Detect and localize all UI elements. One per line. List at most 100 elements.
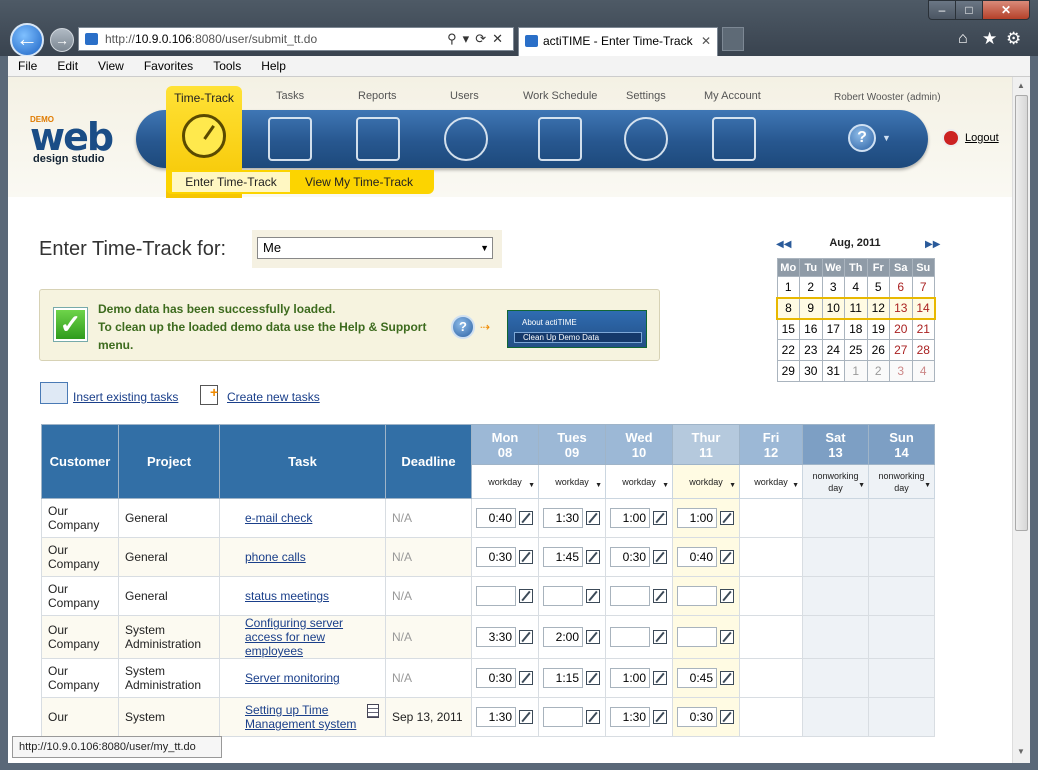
menu-tools[interactable]: Tools [203,56,251,75]
address-bar[interactable]: http://10.9.0.106:8080/user/submit_tt.do… [78,27,514,51]
edit-comment-icon[interactable] [720,710,734,724]
time-input[interactable] [543,707,583,727]
time-input[interactable] [677,586,717,606]
cal-date[interactable]: 22 [776,339,800,361]
maximize-button[interactable]: □ [955,0,983,20]
cal-date[interactable]: 4 [911,360,935,382]
edit-comment-icon[interactable] [720,589,734,603]
insert-tasks-icon[interactable] [40,382,68,404]
cal-date[interactable]: 28 [911,339,935,361]
cal-date[interactable]: 23 [799,339,823,361]
cal-date[interactable]: 19 [866,318,890,340]
cal-date[interactable]: 24 [821,339,845,361]
time-cell[interactable] [802,537,869,577]
help-icon[interactable]: ? [848,124,876,152]
cal-date[interactable]: 26 [866,339,890,361]
cal-date[interactable]: 2 [799,276,823,298]
cal-date[interactable]: 12 [866,296,890,320]
edit-comment-icon[interactable] [720,630,734,644]
power-icon[interactable] [942,129,960,147]
time-input[interactable]: 0:40 [476,508,516,528]
cal-date[interactable]: 31 [821,360,845,382]
edit-comment-icon[interactable] [653,630,667,644]
cal-date[interactable]: 3 [821,276,845,298]
time-cell[interactable] [802,576,869,616]
nav-tasks-label[interactable]: Tasks [276,90,304,102]
edit-comment-icon[interactable] [720,511,734,525]
create-new-tasks-link[interactable]: Create new tasks [227,390,320,404]
edit-comment-icon[interactable] [519,710,533,724]
time-input[interactable]: 0:30 [476,668,516,688]
task-link[interactable]: Server monitoring [245,671,340,685]
time-input[interactable]: 3:30 [476,627,516,647]
day-type-select[interactable]: workday ▼ [538,464,606,499]
chevron-down-icon[interactable]: ▼ [882,133,891,143]
time-cell[interactable] [802,615,869,659]
time-input[interactable]: 1:00 [610,508,650,528]
time-input[interactable]: 1:00 [677,508,717,528]
cal-date[interactable]: 13 [889,296,913,320]
day-type-select[interactable]: nonworking day ▼ [868,464,935,499]
cal-date[interactable]: 7 [911,276,935,298]
cal-date[interactable]: 27 [889,339,913,361]
cal-date[interactable]: 11 [844,296,868,320]
account-icon[interactable] [712,117,756,161]
nav-work-schedule-label[interactable]: Work Schedule [523,90,597,102]
time-input[interactable]: 2:00 [543,627,583,647]
cal-date[interactable]: 18 [844,318,868,340]
menu-help[interactable]: Help [251,56,296,75]
cal-date[interactable]: 14 [911,296,936,320]
time-input[interactable]: 0:30 [476,547,516,567]
time-input[interactable]: 0:30 [610,547,650,567]
day-type-select[interactable]: workday ▼ [605,464,673,499]
time-input[interactable]: 1:30 [543,508,583,528]
forward-button[interactable]: → [50,28,74,52]
nav-settings-label[interactable]: Settings [626,90,666,102]
time-cell[interactable] [802,658,869,698]
time-input[interactable]: 0:40 [677,547,717,567]
time-input[interactable]: 1:30 [610,707,650,727]
edit-comment-icon[interactable] [586,589,600,603]
cal-date[interactable]: 20 [889,318,913,340]
menu-file[interactable]: File [8,56,47,75]
nav-users-label[interactable]: Users [450,90,479,102]
time-cell[interactable] [739,615,803,659]
edit-comment-icon[interactable] [653,589,667,603]
time-input[interactable] [476,586,516,606]
day-type-select[interactable]: workday ▼ [672,464,740,499]
task-link[interactable]: Setting up Time Management system [245,703,356,731]
day-type-select[interactable]: workday ▼ [739,464,803,499]
day-type-select[interactable]: workday ▼ [471,464,539,499]
menu-favorites[interactable]: Favorites [134,56,203,75]
home-icon[interactable]: ⌂ [958,30,968,48]
time-cell[interactable] [868,615,935,659]
cal-date[interactable]: 15 [776,318,800,340]
scroll-down-icon[interactable]: ▼ [1017,747,1025,756]
tasks-icon[interactable] [268,117,312,161]
time-input[interactable]: 1:15 [543,668,583,688]
edit-comment-icon[interactable] [653,710,667,724]
gear-icon[interactable] [624,117,668,161]
cal-date[interactable]: 10 [821,296,845,320]
nav-reports-label[interactable]: Reports [358,90,397,102]
time-cell[interactable] [868,576,935,616]
edit-comment-icon[interactable] [653,511,667,525]
calendar-icon[interactable] [538,117,582,161]
time-input[interactable] [543,586,583,606]
cal-date[interactable]: 8 [776,296,800,320]
reports-icon[interactable] [356,117,400,161]
calendar-next-icon[interactable]: ▶▶ [925,239,940,250]
close-button[interactable]: ✕ [982,0,1030,20]
cal-date[interactable]: 16 [799,318,823,340]
scroll-thumb[interactable] [1015,95,1028,531]
cal-date[interactable]: 3 [889,360,913,382]
logout-link[interactable]: Logout [965,132,999,144]
time-cell[interactable] [868,658,935,698]
tab-close-icon[interactable]: ✕ [701,28,711,54]
time-input[interactable]: 0:30 [677,707,717,727]
edit-comment-icon[interactable] [653,671,667,685]
cal-date[interactable]: 1 [844,360,868,382]
time-cell[interactable] [739,658,803,698]
favorites-star-icon[interactable]: ★ [982,29,997,49]
time-cell[interactable] [802,498,869,538]
